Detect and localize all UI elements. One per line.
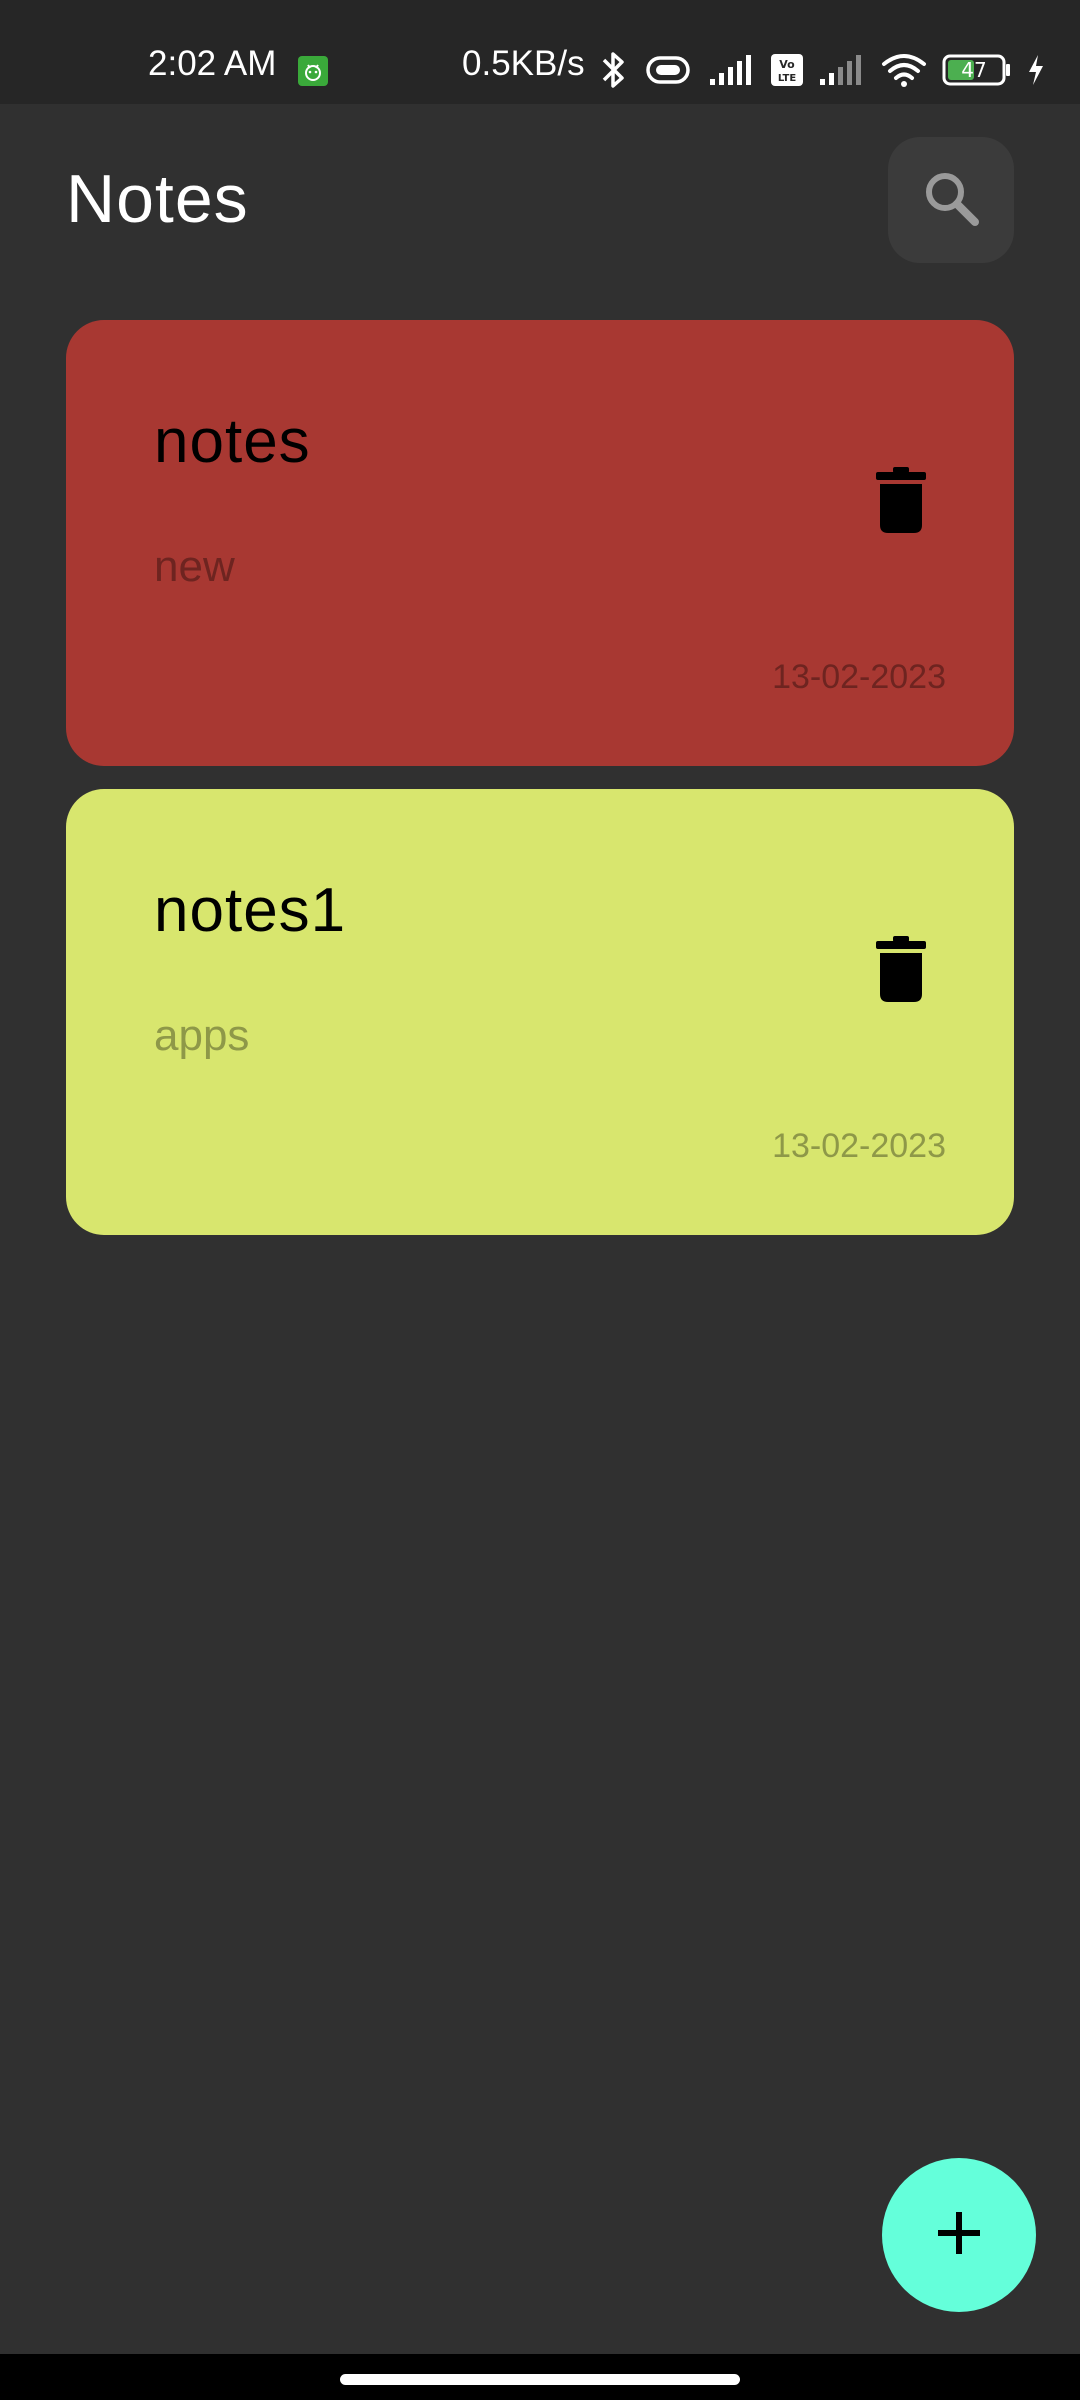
svg-text:LTE: LTE (778, 73, 797, 84)
vibrate-icon (642, 53, 694, 87)
status-icons: Vo LTE 47 (600, 48, 1046, 92)
add-note-button[interactable] (882, 2158, 1036, 2312)
battery-level: 47 (961, 58, 987, 82)
wifi-icon (880, 52, 928, 88)
note-card[interactable]: notes new 13-02-2023 (66, 320, 1014, 766)
note-body: apps (154, 1011, 250, 1060)
signal-icon (708, 53, 756, 87)
charging-icon (1026, 53, 1046, 87)
app-notification-icon (298, 56, 328, 86)
delete-button[interactable] (866, 460, 936, 544)
note-card[interactable]: notes1 apps 13-02-2023 (66, 789, 1014, 1235)
navigation-bar (0, 2354, 1080, 2400)
signal-icon-2 (818, 53, 866, 87)
note-date: 13-02-2023 (772, 1127, 946, 1165)
note-title: notes1 (154, 876, 347, 945)
svg-text:Vo: Vo (779, 58, 795, 71)
page-title: Notes (66, 161, 249, 237)
trash-icon (876, 935, 926, 1007)
home-indicator[interactable] (340, 2374, 740, 2385)
status-bar: 2:02 AM 0.5KB/s Vo LTE 47 (0, 0, 1080, 104)
note-date: 13-02-2023 (772, 658, 946, 696)
note-title: notes (154, 407, 311, 476)
network-speed: 0.5KB/s (462, 44, 585, 83)
status-time: 2:02 AM (148, 44, 277, 83)
bluetooth-icon (600, 50, 628, 90)
delete-button[interactable] (866, 929, 936, 1013)
plus-icon (936, 2210, 982, 2261)
trash-icon (876, 466, 926, 538)
search-button[interactable] (888, 137, 1014, 263)
volte-icon: Vo LTE (770, 53, 804, 87)
battery-icon: 47 (942, 53, 1012, 87)
note-body: new (154, 542, 235, 591)
search-icon (919, 166, 983, 235)
